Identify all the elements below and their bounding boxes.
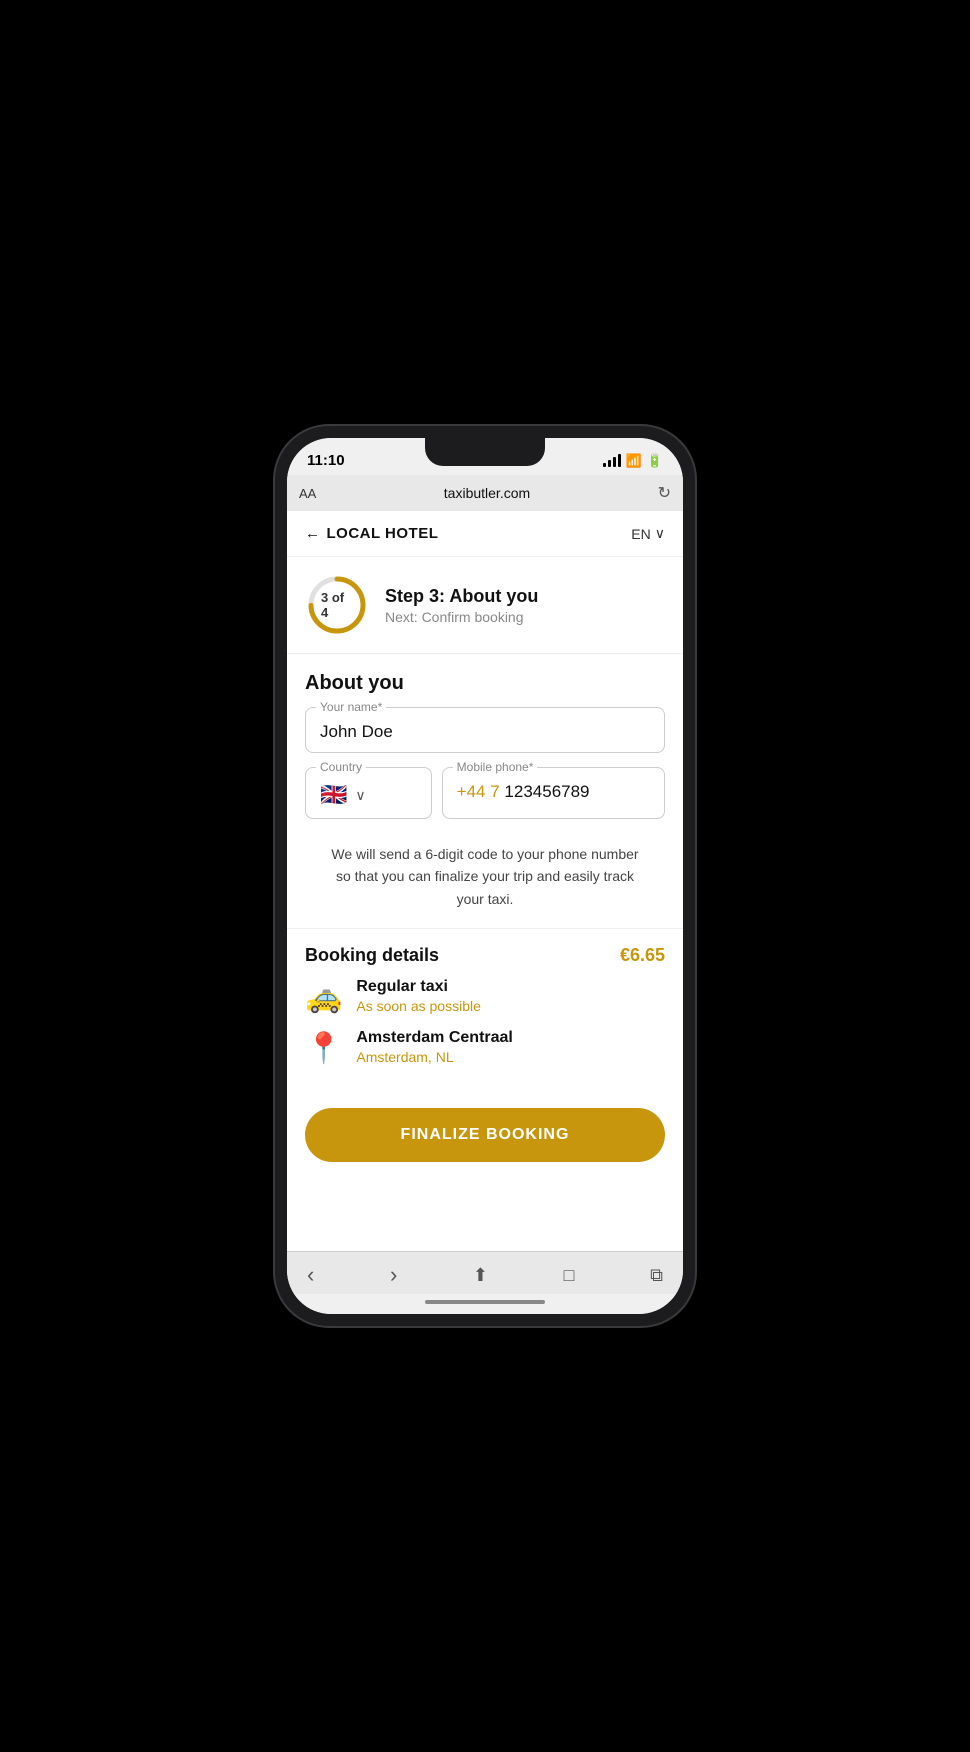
taxi-subtitle: As soon as possible — [356, 998, 481, 1014]
booking-item-taxi: 🚕 Regular taxi As soon as possible — [305, 978, 665, 1015]
phone-field[interactable]: Mobile phone* +44 7 123456789 — [442, 767, 665, 819]
back-button[interactable]: ← LOCAL HOTEL — [305, 525, 438, 542]
home-indicator — [287, 1294, 683, 1314]
phone-prefix: +44 7 — [457, 782, 500, 801]
country-phone-row: Country 🇬🇧 ∨ Mobile phone* +44 7 1234567… — [305, 767, 665, 819]
battery-icon: 🔋 — [647, 453, 663, 469]
step-indicator: 3 of 4 Step 3: About you Next: Confirm b… — [287, 557, 683, 654]
booking-header: Booking details €6.65 — [287, 928, 683, 978]
about-you-form: Your name* John Doe Country 🇬🇧 ∨ Mobile … — [287, 707, 683, 928]
booking-title: Booking details — [305, 945, 439, 966]
status-icons: 📶 🔋 — [603, 453, 663, 469]
destination-title: Amsterdam Centraal — [356, 1029, 513, 1047]
hotel-name: LOCAL HOTEL — [327, 525, 439, 542]
browser-tabs-button[interactable]: ⧉ — [650, 1265, 663, 1286]
step-next: Next: Confirm booking — [385, 609, 538, 625]
step-fraction: 3 of 4 — [321, 590, 353, 620]
phone-value: +44 7 123456789 — [457, 778, 650, 802]
phone-label: Mobile phone* — [453, 760, 538, 774]
language-selector[interactable]: EN ∨ — [631, 525, 665, 542]
browser-back-button[interactable]: ‹ — [307, 1262, 314, 1288]
browser-share-button[interactable]: ⬆ — [473, 1265, 488, 1286]
bottom-browser-nav: ‹ › ⬆ □ ⧉ — [287, 1251, 683, 1294]
name-label: Your name* — [316, 700, 386, 714]
nav-header: ← LOCAL HOTEL EN ∨ — [287, 511, 683, 557]
finalize-button-wrap: FINALIZE BOOKING — [287, 1098, 683, 1180]
browser-url[interactable]: taxibutler.com — [324, 485, 649, 501]
chevron-down-icon: ∨ — [655, 525, 665, 542]
country-flag: 🇬🇧 — [320, 782, 347, 808]
name-value: John Doe — [320, 718, 650, 742]
booking-items-list: 🚕 Regular taxi As soon as possible 📍 Ams… — [287, 978, 683, 1098]
wifi-icon: 📶 — [626, 453, 642, 469]
step-progress-circle: 3 of 4 — [305, 573, 369, 637]
browser-reload-button[interactable]: ↻ — [658, 483, 671, 503]
destination-subtitle: Amsterdam, NL — [356, 1049, 513, 1065]
taxi-icon: 🚕 — [305, 980, 342, 1015]
back-arrow-icon: ← — [305, 525, 321, 542]
country-selector[interactable]: Country 🇬🇧 ∨ — [305, 767, 432, 819]
step-info: Step 3: About you Next: Confirm booking — [385, 586, 538, 625]
finalize-booking-button[interactable]: FINALIZE BOOKING — [305, 1108, 665, 1162]
browser-aa-button[interactable]: AA — [299, 486, 316, 501]
sms-notice: We will send a 6-digit code to your phon… — [305, 833, 665, 928]
language-label: EN — [631, 526, 650, 542]
status-time: 11:10 — [307, 452, 345, 469]
destination-pin-icon: 📍 — [305, 1031, 342, 1066]
signal-bars-icon — [603, 455, 621, 467]
browser-bookmarks-button[interactable]: □ — [564, 1265, 575, 1286]
browser-bar: AA taxibutler.com ↻ — [287, 475, 683, 511]
booking-item-destination: 📍 Amsterdam Centraal Amsterdam, NL — [305, 1029, 665, 1066]
country-label: Country — [316, 760, 366, 774]
name-field[interactable]: Your name* John Doe — [305, 707, 665, 753]
phone-number: 123456789 — [504, 782, 589, 801]
step-title: Step 3: About you — [385, 586, 538, 607]
browser-forward-button[interactable]: › — [390, 1262, 397, 1288]
destination-info: Amsterdam Centraal Amsterdam, NL — [356, 1029, 513, 1065]
page-content: ← LOCAL HOTEL EN ∨ 3 of 4 — [287, 511, 683, 1251]
home-bar — [425, 1300, 545, 1304]
booking-price: €6.65 — [620, 945, 665, 966]
country-chevron-icon: ∨ — [355, 787, 365, 804]
taxi-title: Regular taxi — [356, 978, 481, 996]
taxi-info: Regular taxi As soon as possible — [356, 978, 481, 1014]
